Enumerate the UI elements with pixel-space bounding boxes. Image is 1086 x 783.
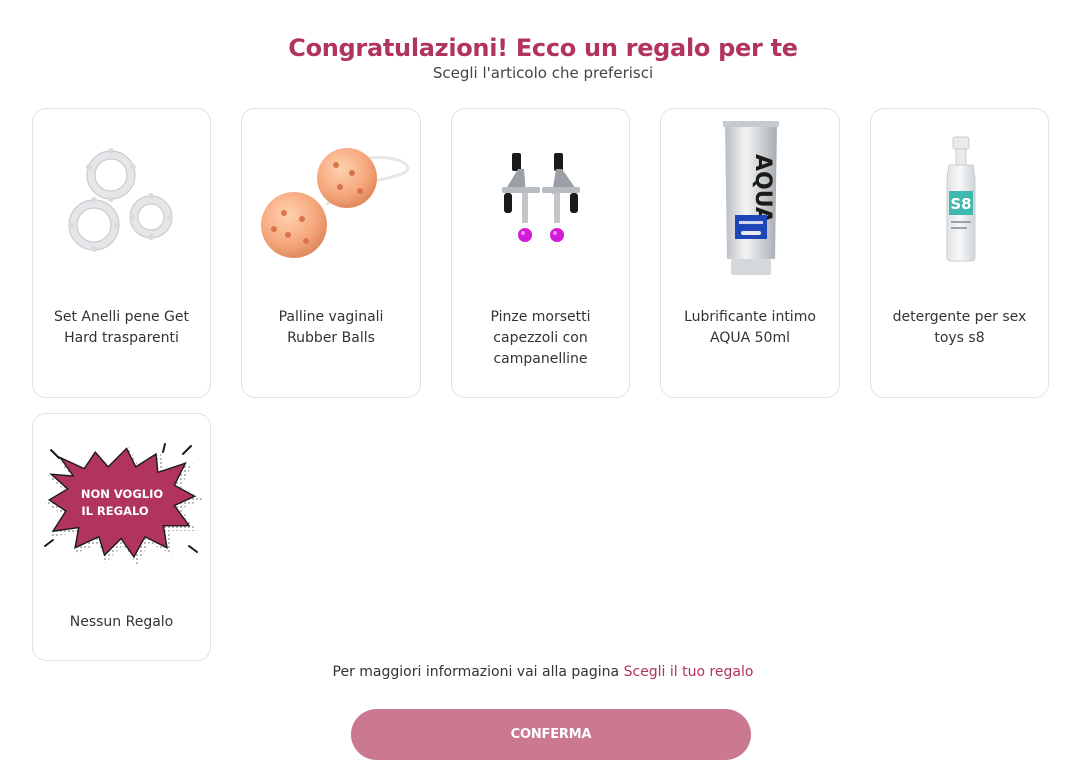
- s8-brand-text: S8: [950, 195, 971, 213]
- page-subtitle: Scegli l'articolo che preferisci: [432, 64, 654, 82]
- aqua-brand-text: AQUA: [750, 154, 775, 224]
- gift-card-s8[interactable]: S8 detergente per sex toys s8: [870, 108, 1049, 398]
- gift-label: Nessun Regalo: [69, 614, 174, 630]
- clamps-image: [502, 153, 580, 242]
- peach-balls-image: [261, 148, 410, 258]
- gift-card-clamps[interactable]: Pinze morsetti capezzoli con campanellin…: [451, 108, 630, 398]
- no-gift-burst-image: NON VOGLIO IL REGALO: [44, 443, 203, 565]
- no-gift-badge-line2: IL REGALO: [81, 504, 149, 518]
- more-info-prefix: Per maggiori informazioni vai alla pagin…: [332, 664, 624, 680]
- gift-selection-page: Congratulazioni! Ecco un regalo per te S…: [0, 0, 1086, 783]
- gift-card-aqua[interactable]: AQUA Lubrificante intimo AQUA 50ml: [660, 108, 840, 398]
- gift-card-rings[interactable]: Set Anelli pene Get Hard trasparenti: [32, 108, 211, 398]
- more-info-text: Per maggiori informazioni vai alla pagin…: [0, 664, 1086, 680]
- page-title: Congratulazioni! Ecco un regalo per te: [288, 34, 798, 62]
- no-gift-badge-line1: NON VOGLIO: [81, 487, 164, 501]
- gift-label: Lubrificante intimo AQUA 50ml: [684, 309, 816, 346]
- gift-card-balls[interactable]: Palline vaginali Rubber Balls: [241, 108, 421, 398]
- clear-rings-image: [68, 148, 173, 252]
- confirm-button[interactable]: CONFERMA: [351, 709, 751, 760]
- choose-gift-link[interactable]: Scegli il tuo regalo: [624, 664, 754, 680]
- gift-label: Set Anelli pene Get Hard trasparenti: [53, 309, 189, 346]
- aqua-tube-image: AQUA: [723, 121, 779, 275]
- gift-card-no-gift[interactable]: NON VOGLIO IL REGALO Nessun Regalo: [32, 413, 211, 661]
- gift-label: Palline vaginali Rubber Balls: [278, 309, 384, 346]
- s8-spray-bottle-image: S8: [946, 136, 976, 262]
- gift-label: Pinze morsetti capezzoli con campanellin…: [490, 309, 591, 367]
- gift-label: detergente per sex toys s8: [892, 309, 1027, 346]
